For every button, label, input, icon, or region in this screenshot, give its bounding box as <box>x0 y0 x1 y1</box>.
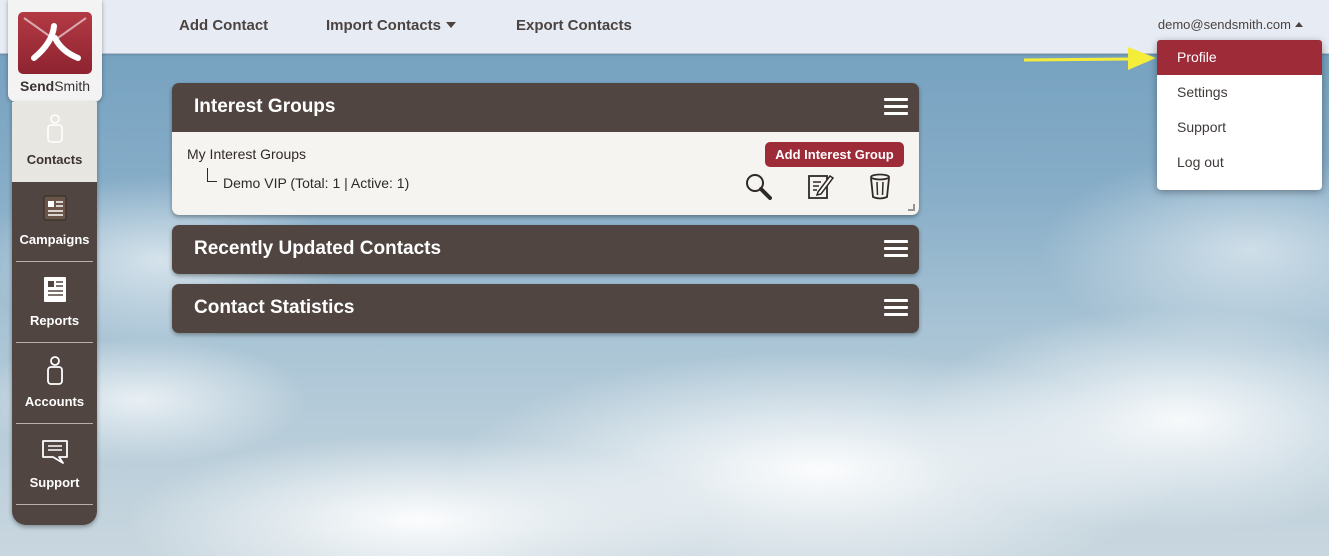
speech-bubble-icon <box>42 440 68 464</box>
sidebar-divider <box>16 261 93 262</box>
sidebar-item-support[interactable]: Support <box>12 425 97 505</box>
newsletter-icon <box>43 195 67 221</box>
import-contacts-menu[interactable]: Import Contacts <box>326 17 457 34</box>
contact-statistics-panel: Contact Statistics <box>172 284 919 333</box>
brand-name: SendSmith <box>19 78 91 94</box>
person-icon <box>47 356 63 385</box>
sidebar-item-label: Contacts <box>26 152 83 167</box>
interest-group-item[interactable]: Demo VIP (Total: 1 | Active: 1) <box>223 175 409 191</box>
user-email: demo@sendsmith.com <box>1157 17 1291 32</box>
panel-header: Interest Groups <box>172 83 919 132</box>
panel-title: Recently Updated Contacts <box>194 238 442 259</box>
user-menu-toggle[interactable]: demo@sendsmith.com <box>1158 17 1303 32</box>
panel-title: Contact Statistics <box>194 297 355 318</box>
tree-connector <box>207 168 217 182</box>
sidebar-item-label: Support <box>29 475 80 490</box>
panel-header: Recently Updated Contacts <box>172 225 919 274</box>
sidebar-item-reports[interactable]: Reports <box>12 263 97 343</box>
menu-item-settings[interactable]: Settings <box>1157 75 1322 110</box>
caret-down-icon <box>446 22 457 28</box>
menu-item-support[interactable]: Support <box>1157 110 1322 145</box>
sidebar-item-campaigns[interactable]: Campaigns <box>12 182 97 262</box>
hamburger-menu-icon[interactable] <box>884 240 908 258</box>
hamburger-menu-icon[interactable] <box>884 98 908 116</box>
report-icon <box>44 277 66 302</box>
export-contacts-link[interactable]: Export Contacts <box>516 17 632 34</box>
recently-updated-contacts-panel: Recently Updated Contacts <box>172 225 919 274</box>
sidebar-item-label: Accounts <box>24 394 85 409</box>
sidebar-item-accounts[interactable]: Accounts <box>12 344 97 424</box>
annotation-arrow-icon <box>1023 47 1156 70</box>
hamburger-menu-icon[interactable] <box>884 299 908 317</box>
sidebar-item-label: Campaigns <box>19 232 90 247</box>
caret-up-icon <box>1295 22 1303 27</box>
sidebar-divider <box>16 504 93 505</box>
menu-item-profile[interactable]: Profile <box>1157 40 1322 75</box>
sidebar-divider <box>16 423 93 424</box>
sidebar: Contacts Campaigns Reports Accounts Supp… <box>12 102 97 525</box>
interest-group-root: My Interest Groups <box>187 146 307 162</box>
add-contact-link[interactable]: Add Contact <box>179 17 268 34</box>
search-icon[interactable] <box>744 172 772 200</box>
edit-icon[interactable] <box>806 172 834 200</box>
add-interest-group-button[interactable]: Add Interest Group <box>765 142 904 167</box>
menu-item-logout[interactable]: Log out <box>1157 145 1322 180</box>
sendsmith-logo-icon <box>18 12 92 74</box>
person-icon <box>47 114 63 143</box>
panel-body: My Interest Groups Demo VIP (Total: 1 | … <box>172 132 919 215</box>
interest-groups-panel: Interest Groups My Interest Groups Demo … <box>172 83 919 215</box>
user-dropdown-menu: Profile Settings Support Log out <box>1157 40 1322 190</box>
panel-title: Interest Groups <box>194 96 336 117</box>
trash-icon[interactable] <box>866 172 894 200</box>
panel-header: Contact Statistics <box>172 284 919 333</box>
sidebar-item-label: Reports <box>29 313 80 328</box>
brand-logo[interactable]: SendSmith <box>8 0 102 102</box>
sidebar-divider <box>16 342 93 343</box>
resize-handle[interactable] <box>908 204 915 211</box>
import-contacts-label: Import Contacts <box>326 17 442 34</box>
sidebar-item-contacts[interactable]: Contacts <box>12 102 97 182</box>
